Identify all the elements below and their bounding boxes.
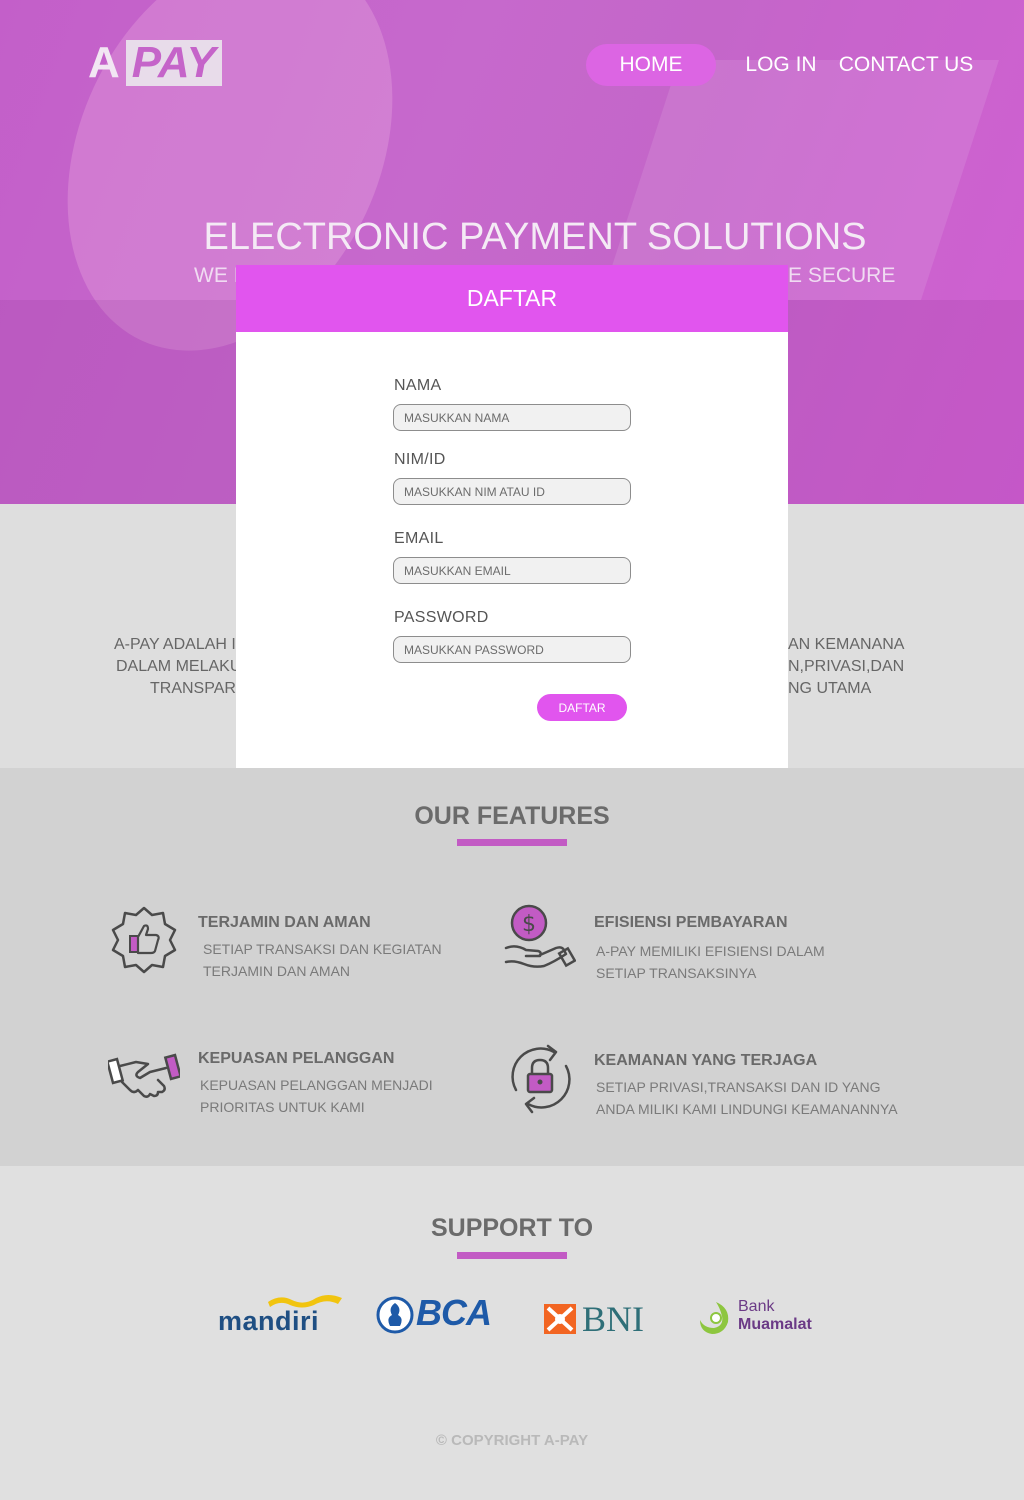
feature-desc-line: SETIAP PRIVASI,TRANSAKSI DAN ID YANG — [596, 1079, 881, 1095]
padlock-refresh-icon — [511, 1044, 571, 1114]
feature-desc-line: KEPUASAN PELANGGAN MENJADI — [200, 1077, 433, 1093]
feature-desc-line: ANDA MILIKI KAMI LINDUNGI KEAMANANNYA — [596, 1101, 898, 1117]
password-label: PASSWORD — [394, 609, 489, 626]
about-line: AN KEMANANA — [788, 636, 905, 653]
feature-efisiensi: $ EFISIENSI PEMBAYARAN A-PAY MEMILIKI EF… — [504, 904, 924, 984]
feature-desc-line: SETIAP TRANSAKSINYA — [596, 965, 757, 981]
bank-logo-mandiri[interactable]: mandiri — [218, 1292, 344, 1338]
feature-desc-line: TERJAMIN DAN AMAN — [203, 963, 351, 979]
hero-subtitle-right: E SECURE — [788, 264, 896, 287]
email-label: EMAIL — [394, 530, 444, 547]
nim-input[interactable] — [393, 478, 631, 505]
bca-emblem-icon — [376, 1296, 414, 1334]
feature-desc-line: A-PAY MEMILIKI EFISIENSI DALAM — [596, 943, 825, 959]
daftar-button[interactable]: DAFTAR — [537, 694, 627, 721]
about-line: N,PRIVASI,DAN — [788, 658, 905, 675]
logo-letter-a: A — [88, 38, 120, 87]
handshake-icon — [108, 1053, 180, 1098]
email-input[interactable] — [393, 557, 631, 584]
about-line: A-PAY ADALAH I — [114, 636, 236, 653]
feature-desc: KEPUASAN PELANGGAN MENJADI PRIORITAS UNT… — [200, 1074, 530, 1118]
feature-desc: SETIAP TRANSAKSI DAN KEGIATAN TERJAMIN D… — [200, 938, 530, 982]
support-section: SUPPORT TO mandiri BCA BNI Bank Muamalat — [0, 1166, 1024, 1500]
feature-title: TERJAMIN DAN AMAN — [198, 914, 371, 931]
copyright: © COPYRIGHT A-PAY — [435, 1432, 589, 1449]
features-title: OUR FEATURES — [414, 802, 610, 830]
svg-text:$: $ — [522, 912, 536, 937]
about-text-right: AN KEMANANA N,PRIVASI,DAN NG UTAMA — [788, 634, 904, 700]
feature-keamanan: KEAMANAN YANG TERJAGA SETIAP PRIVASI,TRA… — [504, 1042, 924, 1122]
features-section: OUR FEATURES TERJAMIN DAN AMAN SETIAP TR… — [0, 768, 1024, 1166]
bank-logo-bca[interactable]: BCA — [376, 1292, 496, 1336]
about-line: NG UTAMA — [788, 680, 872, 697]
logo[interactable]: A PAY — [88, 40, 222, 86]
features-title-underline — [457, 839, 567, 846]
feature-desc: SETIAP PRIVASI,TRANSAKSI DAN ID YANG AND… — [596, 1076, 936, 1120]
nav-login[interactable]: LOG IN — [740, 44, 822, 86]
about-line: TRANSPARA — [150, 680, 247, 697]
nim-label: NIM/ID — [394, 451, 446, 468]
name-label: NAMA — [394, 377, 442, 394]
about-text-left: A-PAY ADALAH I DALAM MELAKU TRANSPARA — [114, 634, 247, 700]
password-input[interactable] — [393, 636, 631, 663]
feature-desc: A-PAY MEMILIKI EFISIENSI DALAM SETIAP TR… — [596, 940, 926, 984]
bank-logo-bni[interactable]: BNI — [544, 1299, 664, 1340]
feature-title: KEAMANAN YANG TERJAGA — [594, 1052, 818, 1069]
hero-subtitle-left: WE I — [194, 264, 240, 287]
thumbs-up-badge-icon — [111, 906, 177, 974]
bank-name: mandiri — [218, 1306, 320, 1336]
support-title-underline — [457, 1252, 567, 1259]
bank-name: Bank — [738, 1298, 775, 1315]
modal-title: DAFTAR — [236, 265, 788, 332]
nav-home[interactable]: HOME — [586, 44, 716, 86]
logo-pay-box: PAY — [125, 40, 222, 86]
feature-title: KEPUASAN PELANGGAN — [198, 1050, 395, 1067]
name-input[interactable] — [393, 404, 631, 431]
nav-contact-us[interactable]: CONTACT US — [836, 44, 976, 86]
feature-terjamin: TERJAMIN DAN AMAN SETIAP TRANSAKSI DAN K… — [108, 904, 508, 984]
bank-name: BCA — [416, 1292, 492, 1333]
bank-name-second: Muamalat — [738, 1316, 812, 1333]
bni-emblem-icon — [544, 1304, 576, 1334]
about-line: DALAM MELAKU — [116, 658, 242, 675]
feature-desc-line: PRIORITAS UNTUK KAMI — [200, 1099, 365, 1115]
bank-name: BNI — [582, 1299, 644, 1339]
feature-title: EFISIENSI PEMBAYARAN — [594, 914, 788, 931]
bank-logo-muamalat[interactable]: Bank Muamalat — [696, 1298, 826, 1340]
hero-title: ELECTRONIC PAYMENT SOLUTIONS — [203, 216, 867, 258]
register-modal: DAFTAR NAMA NIM/ID EMAIL PASSWORD DAFTAR — [236, 265, 788, 768]
feature-kepuasan: KEPUASAN PELANGGAN KEPUASAN PELANGGAN ME… — [108, 1040, 508, 1120]
feature-desc-line: SETIAP TRANSAKSI DAN KEGIATAN — [203, 941, 442, 957]
support-title: SUPPORT TO — [430, 1214, 594, 1242]
muamalat-emblem-icon — [700, 1302, 729, 1334]
hand-dollar-coin-icon: $ — [504, 904, 576, 968]
